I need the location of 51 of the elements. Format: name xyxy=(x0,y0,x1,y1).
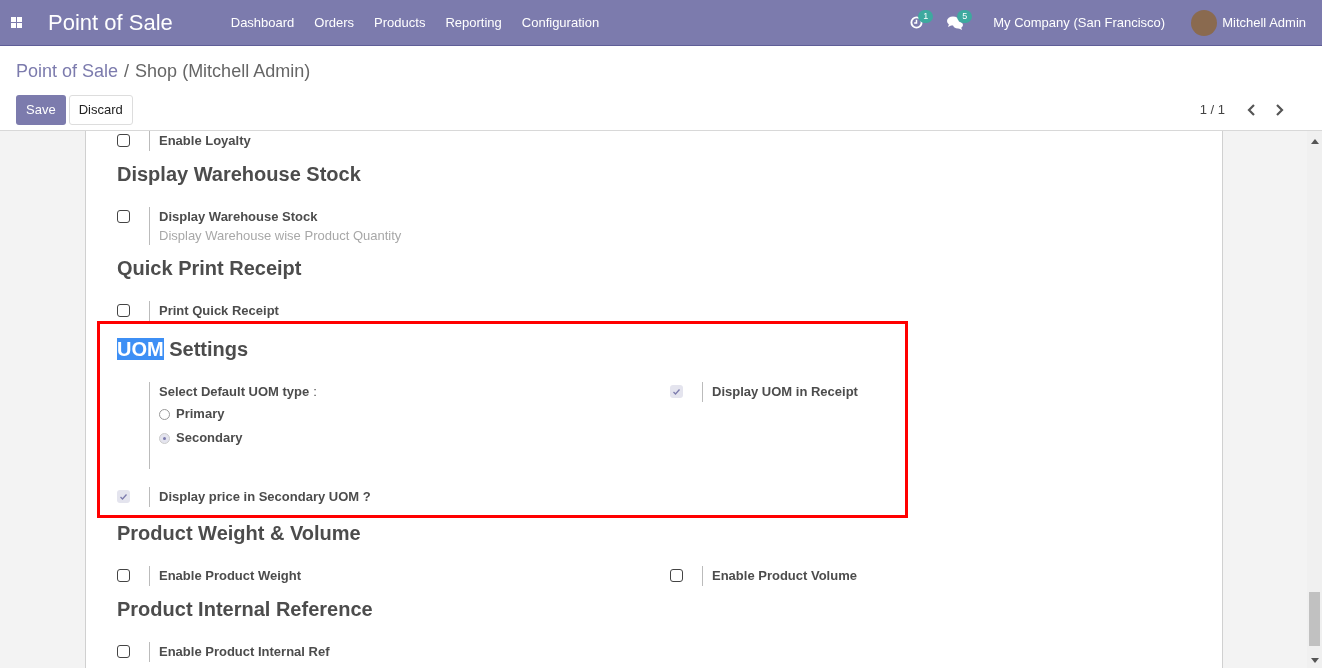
checkbox[interactable] xyxy=(117,490,130,503)
section-heading: UOM Settings xyxy=(117,337,250,362)
setting-description: Display Warehouse wise Product Quantity xyxy=(159,227,402,245)
checkbox[interactable] xyxy=(117,645,130,658)
setting-label: Print Quick Receipt xyxy=(159,302,279,320)
app-name[interactable]: Point of Sale xyxy=(48,6,173,39)
scroll-down-icon[interactable] xyxy=(1310,658,1319,663)
setting-label: Display UOM in Receipt xyxy=(712,383,858,401)
apps-menu-icon[interactable] xyxy=(11,17,22,28)
breadcrumb-link[interactable]: Point of Sale xyxy=(16,58,119,85)
menu-item[interactable]: Orders xyxy=(314,12,355,33)
check-icon xyxy=(120,493,127,500)
setting-label: Enable Product Weight xyxy=(159,567,302,585)
setting-label: Enable Loyalty xyxy=(159,132,251,150)
pager-value: 1 / 1 xyxy=(1199,101,1225,120)
discard-button[interactable]: Discard xyxy=(68,95,133,125)
activity-count-badge: 1 xyxy=(918,10,934,23)
setting-label: Display Warehouse Stock xyxy=(159,208,319,226)
radio-option[interactable]: Secondary xyxy=(159,426,317,450)
menu-item[interactable]: Configuration xyxy=(521,12,600,33)
menu-item[interactable]: Dashboard xyxy=(230,12,295,33)
breadcrumb-separator: / xyxy=(124,60,130,83)
clock-icon[interactable] xyxy=(910,16,924,29)
menu-item[interactable]: Reporting xyxy=(445,12,502,33)
checkbox[interactable] xyxy=(117,210,130,223)
section-heading: Product Weight & Volume xyxy=(117,521,362,546)
checkbox[interactable] xyxy=(117,134,130,147)
checkbox[interactable] xyxy=(670,569,683,582)
setting-label: Select Default UOM type xyxy=(159,383,310,401)
user-menu[interactable]: Mitchell Admin xyxy=(1222,12,1306,33)
setting-label: Enable Product Volume xyxy=(712,567,857,585)
label-colon: : xyxy=(313,383,317,401)
section-heading: Product Internal Reference xyxy=(117,597,374,622)
previous-icon[interactable] xyxy=(1247,104,1256,116)
next-icon[interactable] xyxy=(1275,104,1284,116)
section-heading: Display Warehouse Stock xyxy=(117,162,362,187)
menu-item[interactable]: Products xyxy=(374,12,426,33)
company-switcher[interactable]: My Company (San Francisco) xyxy=(993,12,1166,33)
radio-option[interactable]: Primary xyxy=(159,402,317,426)
scrollbar-thumb[interactable] xyxy=(1309,592,1320,646)
breadcrumb-current: Shop (Mitchell Admin) xyxy=(135,60,311,83)
message-count-badge: 5 xyxy=(957,9,973,23)
section-heading: Quick Print Receipt xyxy=(117,256,303,281)
checkbox[interactable] xyxy=(117,569,130,582)
check-icon xyxy=(673,388,680,395)
checkbox[interactable] xyxy=(670,385,683,398)
scroll-up-icon[interactable] xyxy=(1310,139,1319,144)
setting-label: Enable Product Internal Ref xyxy=(159,643,330,661)
checkbox[interactable] xyxy=(117,304,130,317)
save-button[interactable]: Save xyxy=(16,95,66,125)
setting-label: Display price in Secondary UOM ? xyxy=(159,488,371,506)
